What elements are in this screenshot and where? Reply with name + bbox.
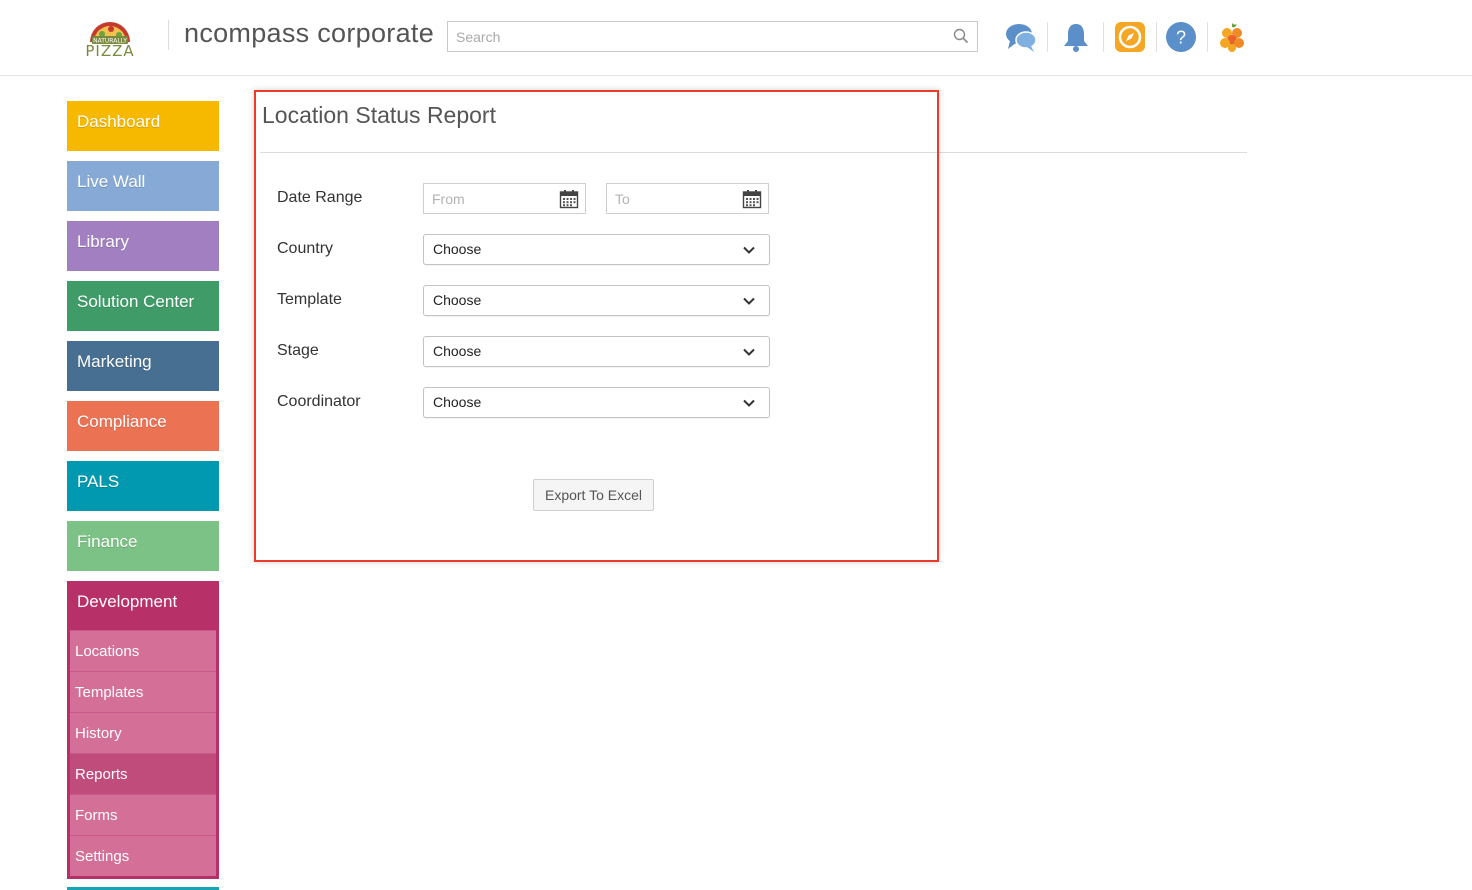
sidebar-item-marketing[interactable]: Marketing bbox=[67, 341, 219, 391]
country-label: Country bbox=[277, 240, 334, 257]
help-icon[interactable]: ? bbox=[1164, 20, 1198, 54]
export-to-excel-button[interactable]: Export To Excel bbox=[533, 479, 654, 511]
header-separator bbox=[1047, 22, 1048, 52]
date-to-field bbox=[606, 183, 769, 214]
sidebar-item-finance[interactable]: Finance bbox=[67, 521, 219, 571]
sidebar-item-library[interactable]: Library bbox=[67, 221, 219, 271]
fruit-icon[interactable] bbox=[1215, 20, 1249, 54]
coordinator-select-value: Choose bbox=[433, 394, 482, 410]
svg-text:?: ? bbox=[1176, 28, 1186, 48]
logo-text: PIZZA bbox=[85, 42, 135, 60]
header-separator bbox=[1156, 22, 1157, 52]
template-label: Template bbox=[277, 291, 342, 308]
coordinator-select[interactable]: Choose bbox=[423, 387, 770, 418]
chevron-down-icon bbox=[743, 348, 755, 356]
header-separator bbox=[1103, 22, 1104, 52]
country-select-value: Choose bbox=[433, 241, 482, 257]
date-from-field bbox=[423, 183, 586, 214]
calendar-icon[interactable] bbox=[559, 189, 579, 209]
header-separator bbox=[1207, 22, 1208, 52]
coordinator-label: Coordinator bbox=[277, 393, 361, 410]
sidebar-item-solution-center[interactable]: Solution Center bbox=[67, 281, 219, 331]
sidebar-item-development[interactable]: Development bbox=[70, 581, 216, 630]
template-select-value: Choose bbox=[433, 292, 482, 308]
compass-icon[interactable] bbox=[1113, 20, 1147, 54]
sidebar-group-development: Development Locations Templates History … bbox=[67, 581, 219, 879]
sidebar-subitem-locations[interactable]: Locations bbox=[70, 630, 216, 671]
sidebar-subitem-templates[interactable]: Templates bbox=[70, 671, 216, 712]
chevron-down-icon bbox=[743, 297, 755, 305]
sidebar-subitem-history[interactable]: History bbox=[70, 712, 216, 753]
search-input[interactable] bbox=[448, 22, 938, 51]
calendar-icon[interactable] bbox=[742, 189, 762, 209]
sidebar-subitem-forms[interactable]: Forms bbox=[70, 794, 216, 835]
date-from-input[interactable] bbox=[424, 184, 544, 213]
bell-icon[interactable] bbox=[1059, 20, 1093, 54]
sidebar-item-dashboard[interactable]: Dashboard bbox=[67, 101, 219, 151]
sidebar-item-compliance[interactable]: Compliance bbox=[67, 401, 219, 451]
stage-label: Stage bbox=[277, 342, 319, 359]
country-select[interactable]: Choose bbox=[423, 234, 770, 265]
stage-select-value: Choose bbox=[433, 343, 482, 359]
search-box bbox=[447, 21, 978, 52]
sidebar-nav: Dashboard Live Wall Library Solution Cen… bbox=[67, 101, 219, 879]
top-header: NATURALLY PIZZA ncompass corporate ? bbox=[0, 0, 1472, 76]
sidebar-item-pals[interactable]: PALS bbox=[67, 461, 219, 511]
sidebar-subitem-settings[interactable]: Settings bbox=[70, 835, 216, 876]
chevron-down-icon bbox=[743, 399, 755, 407]
chat-icon[interactable] bbox=[1004, 20, 1038, 54]
sidebar-item-live-wall[interactable]: Live Wall bbox=[67, 161, 219, 211]
chevron-down-icon bbox=[743, 246, 755, 254]
template-select[interactable]: Choose bbox=[423, 285, 770, 316]
brand-logo[interactable]: NATURALLY PIZZA bbox=[84, 12, 136, 62]
sidebar-subitem-reports[interactable]: Reports bbox=[70, 753, 216, 794]
app-title: ncompass corporate bbox=[184, 18, 435, 48]
date-to-input[interactable] bbox=[607, 184, 727, 213]
date-range-label: Date Range bbox=[277, 189, 363, 206]
logo-emblem: NATURALLY bbox=[90, 22, 130, 45]
header-divider bbox=[168, 20, 169, 50]
search-icon[interactable] bbox=[953, 28, 969, 44]
stage-select[interactable]: Choose bbox=[423, 336, 770, 367]
